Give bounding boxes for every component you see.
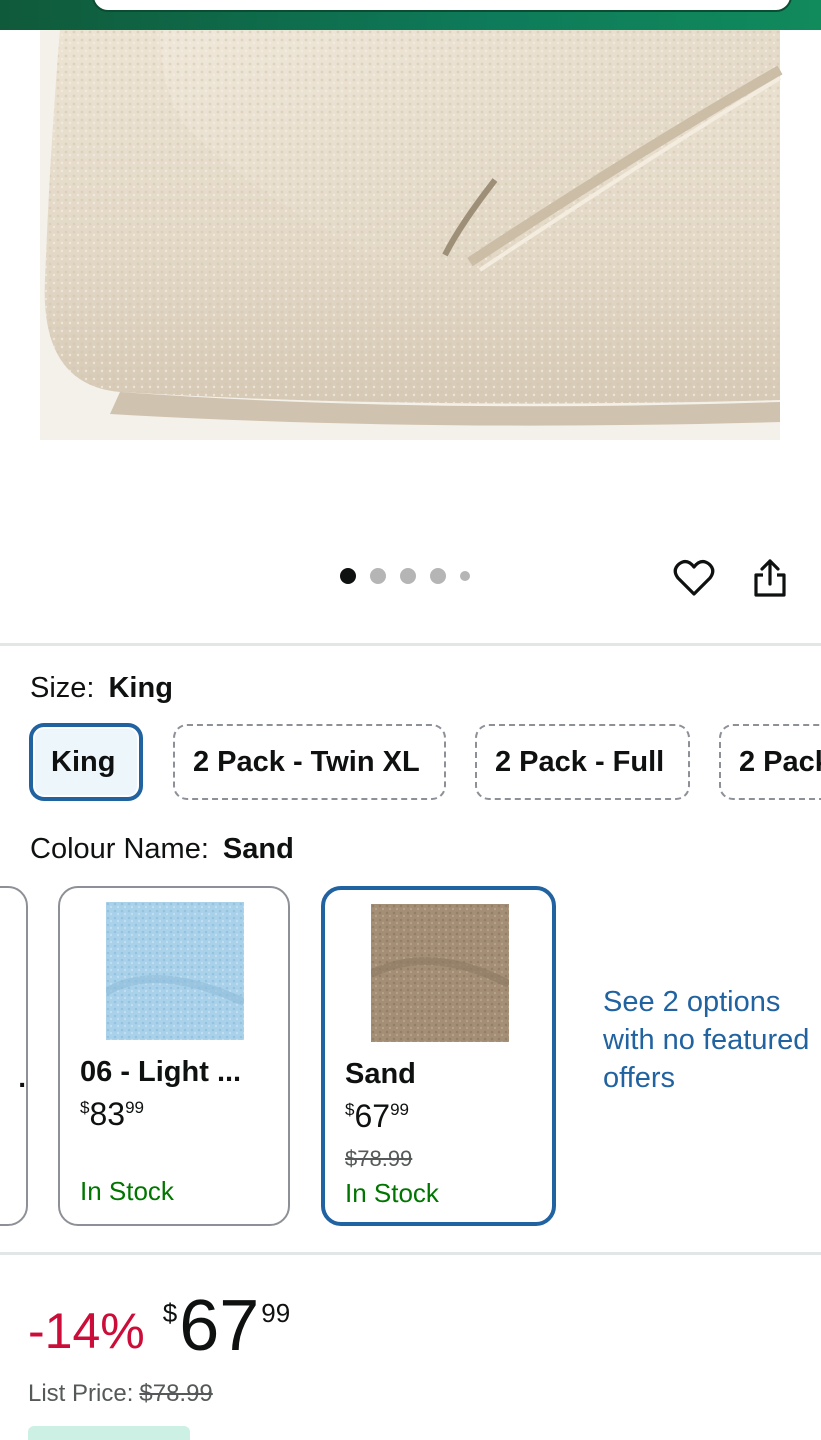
- colour-option-price: $8399: [80, 1096, 144, 1132]
- share-icon[interactable]: [748, 556, 792, 600]
- colour-label: Colour Name: Sand: [30, 833, 294, 866]
- pagination-dot[interactable]: [460, 571, 470, 581]
- image-pagination[interactable]: [340, 568, 470, 584]
- truncated-text: .: [18, 1062, 26, 1093]
- header-bar: [0, 0, 821, 30]
- size-label: Size: King: [30, 672, 173, 705]
- deal-badge: [28, 1426, 190, 1440]
- pagination-dot[interactable]: [370, 568, 386, 584]
- size-option-2-pack-twin-xl[interactable]: 2 Pack - Twin XL: [173, 724, 446, 800]
- stock-status: In Stock: [345, 1178, 439, 1208]
- colour-selected-value: Sand: [222, 833, 294, 865]
- colour-label-text: Colour Name:: [30, 833, 209, 865]
- stock-status: In Stock: [80, 1176, 174, 1206]
- folded-fleece-sheet-image: [40, 30, 783, 440]
- product-image[interactable]: [0, 30, 821, 560]
- price-block: -14% $ 67 99: [28, 1290, 290, 1362]
- size-option-2-pack[interactable]: 2 Pack: [719, 724, 821, 800]
- size-label-text: Size:: [30, 672, 95, 704]
- current-price: $ 67 99: [163, 1290, 290, 1362]
- colour-option-name: 06 - Light ...: [80, 1056, 242, 1088]
- colour-option-list-price: $78.99: [345, 1146, 413, 1171]
- colour-option-price: $6799: [345, 1098, 409, 1134]
- size-selected-value: King: [108, 672, 173, 704]
- pagination-dot[interactable]: [340, 568, 356, 584]
- sand-swatch-image: [371, 904, 509, 1042]
- colour-option-partial[interactable]: .: [0, 886, 28, 1226]
- section-divider: [0, 643, 821, 646]
- price-currency: $: [162, 1298, 178, 1328]
- section-divider: [0, 1252, 821, 1255]
- discount-percent: -14%: [28, 1303, 145, 1359]
- size-option-king[interactable]: King: [30, 724, 142, 800]
- heart-icon[interactable]: [672, 556, 716, 600]
- colour-option-name: Sand: [345, 1058, 416, 1090]
- price-fraction: 99: [261, 1298, 291, 1328]
- list-price: List Price: $78.99: [28, 1380, 213, 1408]
- size-option-2-pack-full[interactable]: 2 Pack - Full: [475, 724, 690, 800]
- pagination-dot[interactable]: [400, 568, 416, 584]
- list-price-value: $78.99: [139, 1380, 213, 1407]
- light-blue-swatch-image: [106, 902, 244, 1040]
- pagination-dot[interactable]: [430, 568, 446, 584]
- colour-option-sand[interactable]: Sand $6799 $78.99 In Stock: [321, 886, 556, 1226]
- list-price-label: List Price:: [28, 1380, 134, 1407]
- colour-option-light-blue[interactable]: 06 - Light ... $8399 In Stock: [58, 886, 290, 1226]
- price-whole: 67: [179, 1286, 260, 1366]
- search-bar[interactable]: [92, 0, 792, 12]
- see-options-link[interactable]: See 2 options with no featured offers: [603, 983, 813, 1097]
